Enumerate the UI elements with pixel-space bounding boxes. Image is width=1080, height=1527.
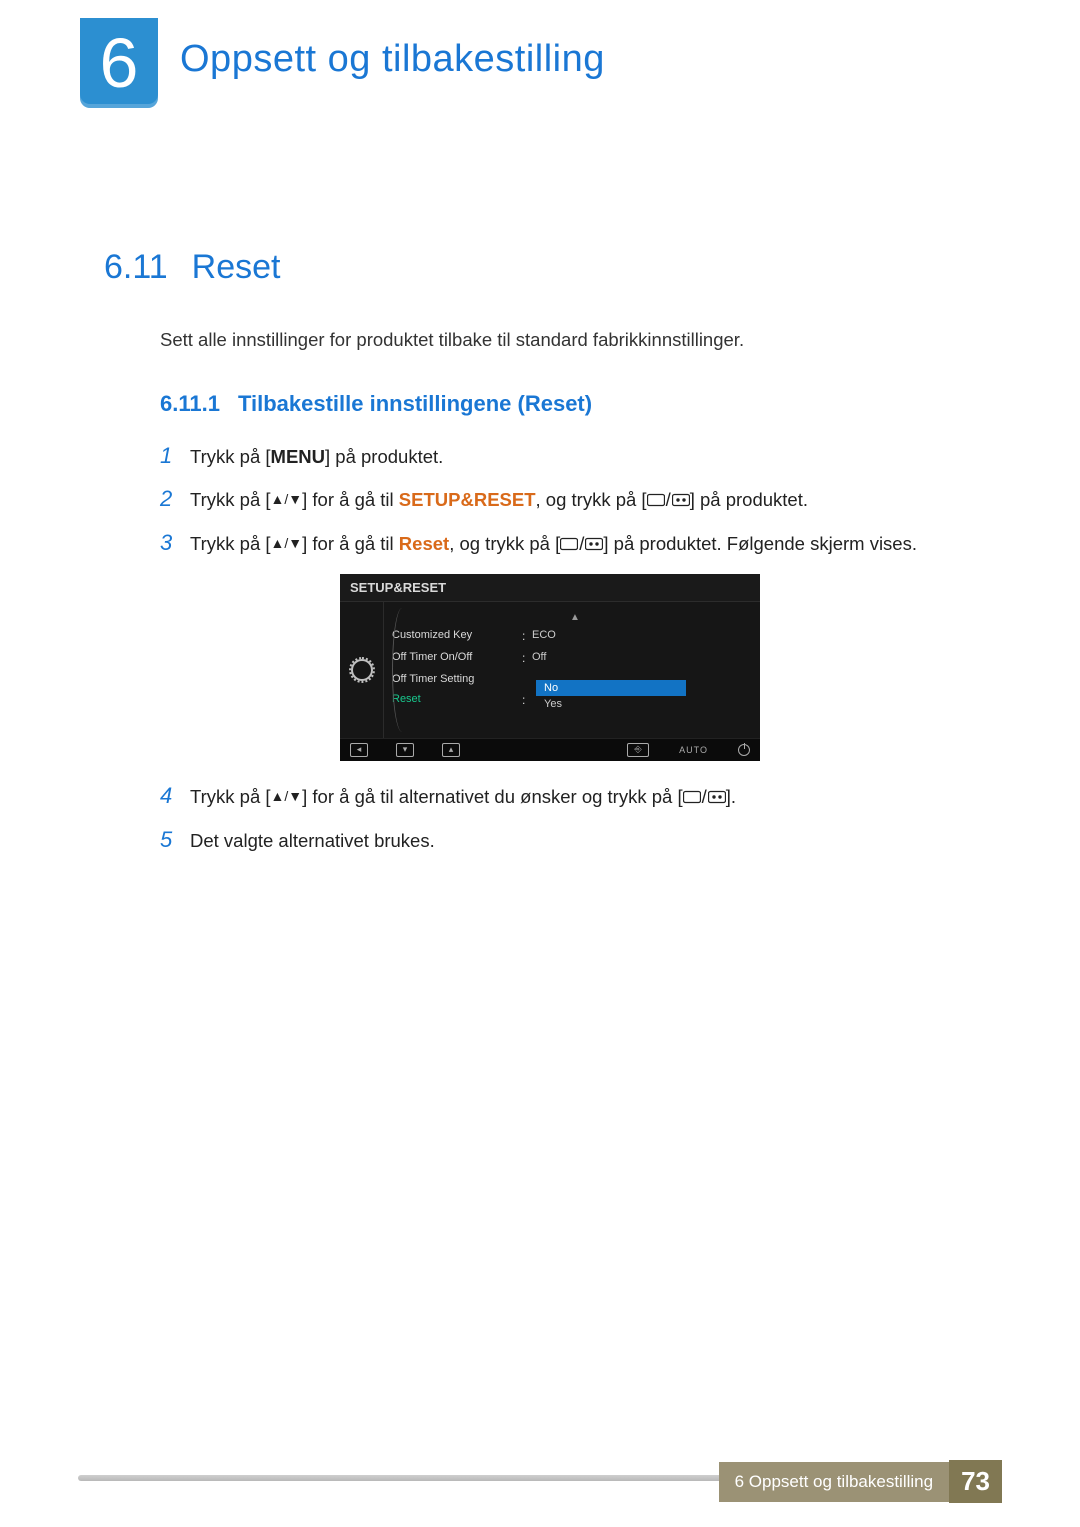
step-5: 5 Det valgte alternativet brukes. bbox=[160, 827, 990, 854]
osd-left-pane bbox=[340, 602, 384, 738]
osd-screenshot: SETUP&RESET ▲ Customized Key : ECO bbox=[340, 574, 760, 761]
footer-badge: 6 Oppsett og tilbakestilling 73 bbox=[719, 1460, 1002, 1503]
osd-item-value: ECO bbox=[532, 629, 556, 643]
osd-title: SETUP&RESET bbox=[340, 574, 760, 602]
enter-icon: ⎆ bbox=[627, 743, 649, 757]
gear-icon bbox=[351, 659, 373, 681]
up-down-icon: ▲/▼ bbox=[271, 787, 303, 807]
down-icon: ▾ bbox=[396, 743, 414, 757]
select-source-icon: / bbox=[683, 784, 726, 810]
step-number: 2 bbox=[160, 486, 190, 512]
chapter-number: 6 bbox=[80, 18, 158, 108]
step-4: 4 Trykk på [▲/▼] for å gå til alternativ… bbox=[160, 783, 990, 811]
select-source-icon: / bbox=[560, 531, 603, 557]
section-title: Reset bbox=[192, 248, 281, 286]
back-icon: ◂ bbox=[350, 743, 368, 757]
menu-label: MENU bbox=[271, 446, 325, 467]
subsection: 6.11.1 Tilbakestille innstillingene (Rese… bbox=[160, 391, 990, 854]
chapter-tab: 6 bbox=[80, 18, 158, 108]
footer-chapter-label: 6 Oppsett og tilbakestilling bbox=[719, 1462, 949, 1502]
step-text: Trykk på [▲/▼] for å gå til Reset, og tr… bbox=[190, 531, 917, 558]
step-number: 1 bbox=[160, 443, 190, 469]
section: 6.11 Reset Sett alle innstillinger for pr… bbox=[104, 248, 990, 870]
section-description: Sett alle innstillinger for produktet ti… bbox=[160, 329, 990, 351]
step-1: 1 Trykk på [MENU] på produktet. bbox=[160, 443, 990, 470]
step-text: Trykk på [MENU] på produktet. bbox=[190, 444, 443, 470]
reset-label: Reset bbox=[399, 533, 449, 554]
up-down-icon: ▲/▼ bbox=[271, 490, 303, 510]
subsection-heading: 6.11.1 Tilbakestille innstillingene (Rese… bbox=[160, 391, 990, 417]
up-arrow-icon: ▲ bbox=[392, 612, 758, 623]
osd-row: Off Timer On/Off : Off bbox=[392, 647, 758, 669]
step-number: 5 bbox=[160, 827, 190, 853]
osd-option-selected: No bbox=[536, 680, 686, 696]
subsection-number: 6.11.1 bbox=[160, 391, 220, 416]
step-number: 4 bbox=[160, 783, 190, 809]
osd-option: Yes bbox=[536, 696, 686, 712]
chapter-title: Oppsett og tilbakestilling bbox=[180, 38, 605, 81]
page-number: 73 bbox=[949, 1460, 1002, 1503]
subsection-title: Tilbakestille innstillingene (Reset) bbox=[238, 391, 592, 416]
osd-item-value: Off bbox=[532, 651, 546, 665]
step-number: 3 bbox=[160, 530, 190, 556]
auto-label: AUTO bbox=[679, 745, 708, 755]
osd-body: ▲ Customized Key : ECO Off Timer On/Off … bbox=[340, 602, 760, 738]
power-icon bbox=[738, 744, 750, 756]
step-3: 3 Trykk på [▲/▼] for å gå til Reset, og … bbox=[160, 530, 990, 558]
up-icon: ▴ bbox=[442, 743, 460, 757]
select-source-icon: / bbox=[647, 487, 690, 513]
step-2: 2 Trykk på [▲/▼] for å gå til SETUP&RESE… bbox=[160, 486, 990, 514]
osd-row: Customized Key : ECO bbox=[392, 625, 758, 647]
setup-reset-label: SETUP&RESET bbox=[399, 489, 536, 510]
osd-button-bar: ◂ ▾ ▴ ⎆ AUTO bbox=[340, 738, 760, 761]
page-footer: 6 Oppsett og tilbakestilling 73 bbox=[0, 1461, 1080, 1503]
osd-popup: No Yes bbox=[536, 680, 686, 712]
step-text: Trykk på [▲/▼] for å gå til alternativet… bbox=[190, 784, 736, 811]
section-heading: 6.11 Reset bbox=[104, 248, 990, 287]
page: 6 Oppsett og tilbakestilling 6.11 Reset S… bbox=[0, 0, 1080, 1527]
section-number: 6.11 bbox=[104, 248, 168, 286]
step-text: Det valgte alternativet brukes. bbox=[190, 828, 435, 854]
osd-list: ▲ Customized Key : ECO Off Timer On/Off … bbox=[384, 602, 760, 738]
step-text: Trykk på [▲/▼] for å gå til SETUP&RESET,… bbox=[190, 487, 808, 514]
up-down-icon: ▲/▼ bbox=[271, 534, 303, 554]
osd-arc bbox=[392, 608, 432, 732]
